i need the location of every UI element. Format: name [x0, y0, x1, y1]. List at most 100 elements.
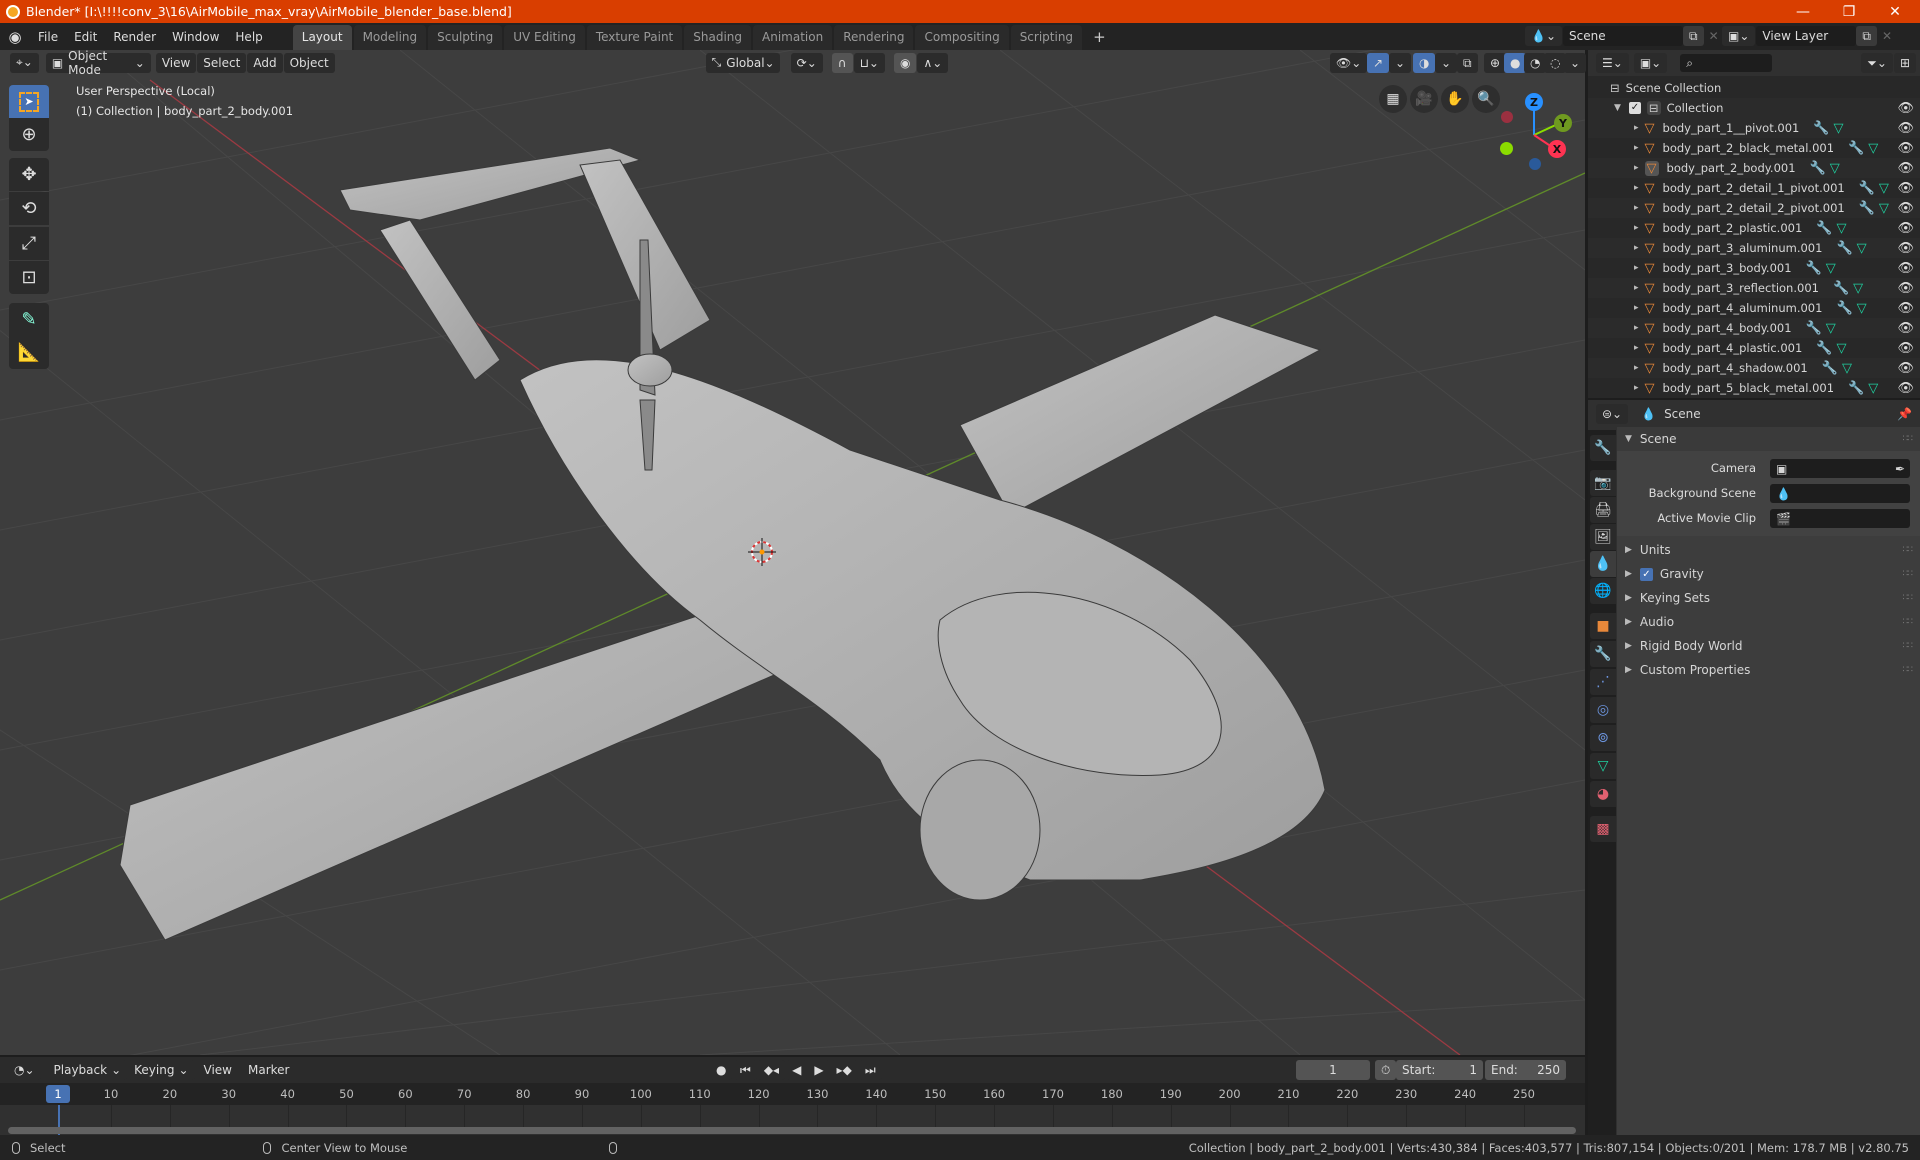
- playback-dropdown[interactable]: Playback ⌄: [47, 1060, 128, 1080]
- expand-triangle-icon[interactable]: ▸: [1634, 143, 1639, 153]
- playhead-frame-indicator[interactable]: 1: [46, 1085, 70, 1103]
- tab-data[interactable]: ▽: [1590, 753, 1616, 779]
- overlay-dropdown[interactable]: ⌄: [1435, 53, 1458, 73]
- mesh-object-icon[interactable]: ▽: [1645, 381, 1655, 396]
- snap-toggle[interactable]: ∩: [831, 52, 853, 73]
- mesh-object-icon[interactable]: ▽: [1645, 241, 1655, 256]
- new-view-layer-icon[interactable]: ⧉: [1856, 26, 1877, 46]
- tab-physics[interactable]: ◎: [1590, 697, 1616, 723]
- tab-texture[interactable]: ▩: [1590, 816, 1616, 842]
- timeline-editor-type[interactable]: ◔⌄: [8, 1060, 41, 1080]
- mesh-data-icon[interactable]: ▽: [1879, 201, 1889, 216]
- eye-icon[interactable]: 👁: [1897, 321, 1914, 336]
- maximize-button[interactable]: ❐: [1826, 0, 1872, 23]
- drag-grip-icon[interactable]: ∷∷: [1903, 617, 1914, 627]
- expand-triangle-icon[interactable]: ▸: [1634, 243, 1639, 253]
- camera-field[interactable]: ▣ ✒: [1770, 459, 1910, 478]
- properties-section-units[interactable]: ▶ Units ∷∷: [1617, 539, 1920, 561]
- eye-icon[interactable]: 👁: [1897, 361, 1914, 376]
- outliner-item[interactable]: ▸ ▽ body_part_2_body.001 🔧 ▽ 👁: [1588, 158, 1920, 178]
- modifier-wrench-icon[interactable]: 🔧: [1806, 261, 1822, 276]
- mesh-data-icon[interactable]: ▽: [1830, 161, 1840, 176]
- properties-section-audio[interactable]: ▶ Audio ∷∷: [1617, 611, 1920, 633]
- tab-view-layer[interactable]: 🖼: [1590, 524, 1616, 550]
- gizmo-neg-x[interactable]: [1501, 111, 1513, 123]
- mesh-object-icon[interactable]: ▽: [1645, 341, 1655, 356]
- transform-tool[interactable]: ⊡: [9, 261, 49, 294]
- minimize-button[interactable]: —: [1780, 0, 1826, 23]
- pivot-point-dropdown[interactable]: ⟳⌄: [790, 52, 823, 73]
- mesh-object-icon[interactable]: ▽: [1645, 201, 1655, 216]
- gizmo-y-axis[interactable]: Y: [1554, 114, 1572, 132]
- gizmo-x-axis[interactable]: X: [1548, 140, 1566, 158]
- eye-icon[interactable]: 👁: [1897, 101, 1914, 116]
- close-button[interactable]: ✕: [1872, 0, 1918, 23]
- outliner-editor-type[interactable]: ☰⌄: [1596, 53, 1629, 73]
- current-frame-field[interactable]: 1: [1296, 1060, 1370, 1080]
- mesh-object-icon[interactable]: ▽: [1645, 321, 1655, 336]
- tab-render[interactable]: 📷: [1590, 470, 1616, 496]
- add-workspace-button[interactable]: +: [1084, 25, 1115, 50]
- modifier-wrench-icon[interactable]: 🔧: [1816, 341, 1832, 356]
- timeline-scrollbar[interactable]: [8, 1127, 1576, 1134]
- tab-uv-editing[interactable]: UV Editing: [504, 25, 585, 50]
- camera-view-button[interactable]: 🎥: [1410, 85, 1438, 113]
- mesh-data-icon[interactable]: ▽: [1857, 241, 1867, 256]
- mesh-data-icon[interactable]: ▽: [1836, 221, 1846, 236]
- outliner-item[interactable]: ▸ ▽ body_part_4_body.001 🔧 ▽ 👁: [1588, 318, 1920, 338]
- modifier-wrench-icon[interactable]: 🔧: [1822, 361, 1838, 376]
- eye-icon[interactable]: 👁: [1897, 121, 1914, 136]
- delete-scene-icon[interactable]: ✕: [1705, 29, 1723, 43]
- tab-output[interactable]: 🖨: [1590, 497, 1616, 523]
- menu-window[interactable]: Window: [164, 26, 227, 48]
- gizmo-toggle[interactable]: ↗: [1367, 53, 1390, 73]
- expand-triangle-icon[interactable]: ▸: [1634, 363, 1639, 373]
- eye-icon[interactable]: 👁: [1897, 341, 1914, 356]
- eye-icon[interactable]: 👁: [1897, 241, 1914, 256]
- tab-material[interactable]: ◕: [1590, 781, 1616, 807]
- measure-tool[interactable]: 📐: [9, 336, 49, 369]
- play-button[interactable]: ▶: [808, 1060, 830, 1080]
- expand-triangle-icon[interactable]: ▸: [1634, 343, 1639, 353]
- view-layer-icon[interactable]: ▣⌄: [1722, 26, 1756, 46]
- mesh-data-icon[interactable]: ▽: [1868, 381, 1878, 396]
- mesh-data-icon[interactable]: ▽: [1879, 181, 1889, 196]
- gizmo-z-axis[interactable]: Z: [1525, 93, 1543, 111]
- eye-icon[interactable]: 👁: [1897, 301, 1914, 316]
- eye-icon[interactable]: 👁: [1897, 181, 1914, 196]
- modifier-wrench-icon[interactable]: 🔧: [1833, 281, 1849, 296]
- outliner-item[interactable]: ▸ ▽ body_part_4_shadow.001 🔧 ▽ 👁: [1588, 358, 1920, 378]
- properties-section-keying-sets[interactable]: ▶ Keying Sets ∷∷: [1617, 587, 1920, 609]
- mesh-object-icon[interactable]: ▽: [1645, 121, 1655, 136]
- outliner-item[interactable]: ▸ ▽ body_part_2_detail_1_pivot.001 🔧 ▽ 👁: [1588, 178, 1920, 198]
- expand-triangle-icon[interactable]: ▸: [1634, 223, 1639, 233]
- visibility-dropdown[interactable]: 👁⌄: [1330, 53, 1368, 73]
- select-box-tool[interactable]: ➤: [9, 85, 49, 118]
- overlay-toggle[interactable]: ◑: [1413, 53, 1436, 73]
- next-keyframe-button[interactable]: ▸◆: [830, 1060, 858, 1080]
- editor-type-button[interactable]: ⌖⌄: [10, 52, 39, 73]
- drag-grip-icon[interactable]: ∷∷: [1903, 569, 1914, 579]
- tab-texture-paint[interactable]: Texture Paint: [586, 25, 683, 50]
- mesh-data-icon[interactable]: ▽: [1826, 321, 1836, 336]
- drag-grip-icon[interactable]: ∷∷: [1903, 593, 1914, 603]
- mesh-object-icon[interactable]: ▽: [1645, 221, 1655, 236]
- mesh-data-icon[interactable]: ▽: [1857, 301, 1867, 316]
- modifier-wrench-icon[interactable]: 🔧: [1848, 141, 1864, 156]
- tab-world[interactable]: 🌐: [1590, 578, 1616, 604]
- delete-view-layer-icon[interactable]: ✕: [1878, 29, 1896, 43]
- filter-dropdown[interactable]: ⏷⌄: [1861, 53, 1893, 73]
- modifier-wrench-icon[interactable]: 🔧: [1810, 161, 1826, 176]
- outliner-item[interactable]: ▸ ▽ body_part_3_body.001 🔧 ▽ 👁: [1588, 258, 1920, 278]
- move-tool[interactable]: ✥: [9, 158, 49, 191]
- outliner-item[interactable]: ▸ ▽ body_part_2_black_metal.001 🔧 ▽ 👁: [1588, 138, 1920, 158]
- mode-dropdown[interactable]: ▣ Object Mode ⌄: [45, 49, 151, 77]
- drag-grip-icon[interactable]: ∷∷: [1903, 665, 1914, 675]
- mesh-object-icon[interactable]: ▽: [1645, 281, 1655, 296]
- tab-tool[interactable]: 🔧: [1590, 435, 1616, 461]
- outliner-item[interactable]: ▸ ▽ body_part_3_reflection.001 🔧 ▽ 👁: [1588, 278, 1920, 298]
- mesh-object-icon[interactable]: ▽: [1645, 261, 1655, 276]
- tab-constraints[interactable]: ⊚: [1590, 725, 1616, 751]
- gravity-checkbox[interactable]: ✓: [1639, 567, 1653, 581]
- view-layer-name-field[interactable]: View Layer: [1756, 26, 1857, 46]
